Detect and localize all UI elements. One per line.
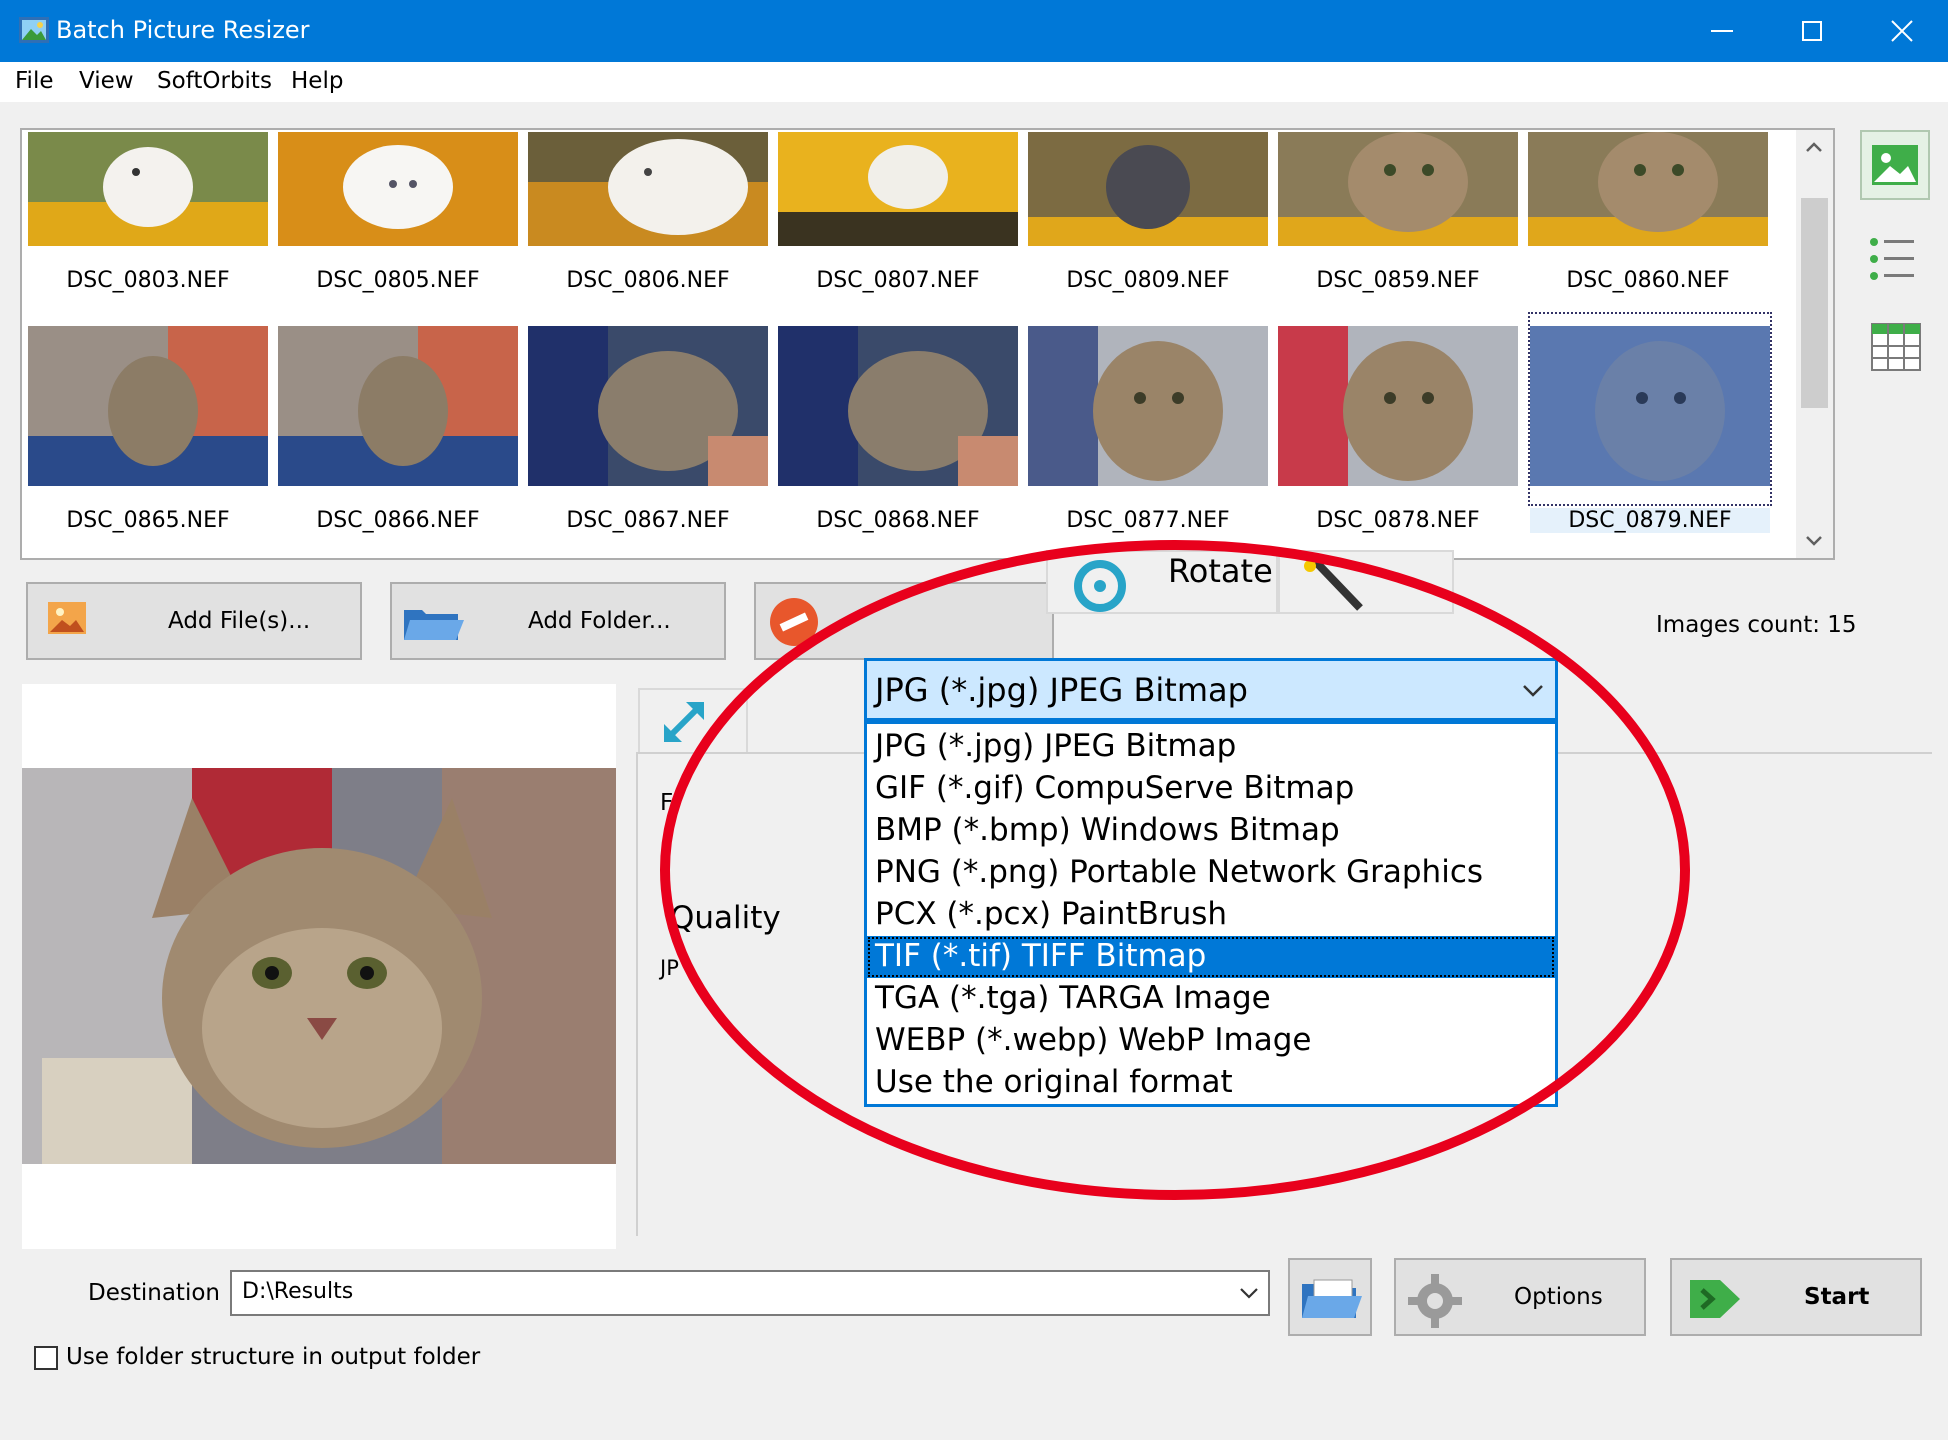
thumbnail-item[interactable]: DSC_0878.NEF xyxy=(1278,326,1518,533)
maximize-button[interactable] xyxy=(1766,0,1858,62)
window-title: Batch Picture Resizer xyxy=(56,16,310,44)
thumbnail-caption: DSC_0809.NEF xyxy=(1066,268,1230,293)
options-button[interactable]: Options xyxy=(1394,1258,1646,1336)
thumbnail-item[interactable]: DSC_0866.NEF xyxy=(278,326,518,533)
thumbnail-image xyxy=(1278,326,1518,486)
thumbnail-item[interactable]: DSC_0868.NEF xyxy=(778,326,1018,533)
menu-view[interactable]: View xyxy=(79,68,134,94)
thumbnail-item[interactable]: DSC_0860.NEF xyxy=(1528,132,1768,293)
thumbnail-image xyxy=(1028,326,1268,486)
use-folder-structure-checkbox[interactable] xyxy=(34,1346,58,1370)
thumbnail-caption: DSC_0806.NEF xyxy=(566,268,730,293)
gear-icon xyxy=(1408,1274,1462,1328)
close-icon xyxy=(1891,20,1913,42)
thumbnail-image xyxy=(528,132,768,246)
thumbnail-caption: DSC_0805.NEF xyxy=(316,268,480,293)
thumbnail-item[interactable]: DSC_0867.NEF xyxy=(528,326,768,533)
thumbnail-image xyxy=(28,132,268,246)
image-preview xyxy=(22,684,616,1249)
picture-view-icon xyxy=(1872,145,1918,185)
thumbnail-caption: DSC_0803.NEF xyxy=(66,268,230,293)
title-bar: Batch Picture Resizer xyxy=(0,0,1948,62)
thumbnail-caption: DSC_0866.NEF xyxy=(316,508,480,533)
close-button[interactable] xyxy=(1856,0,1948,62)
list-view-button[interactable] xyxy=(1862,226,1932,296)
thumbnail-item[interactable]: DSC_0877.NEF xyxy=(1028,326,1268,533)
scroll-down-icon[interactable] xyxy=(1804,534,1824,548)
thumbnail-item[interactable]: DSC_0805.NEF xyxy=(278,132,518,293)
add-files-button[interactable]: Add File(s)... xyxy=(26,582,362,660)
menu-bar: File View SoftOrbits Help xyxy=(0,62,1948,102)
thumbnail-item[interactable]: DSC_0809.NEF xyxy=(1028,132,1268,293)
thumbnail-image xyxy=(1528,132,1768,246)
menu-file[interactable]: File xyxy=(15,68,54,94)
start-button[interactable]: Start xyxy=(1670,1258,1922,1336)
menu-softorbits[interactable]: SoftOrbits xyxy=(157,68,272,94)
thumbnail-image xyxy=(778,132,1018,246)
minimize-button[interactable] xyxy=(1676,0,1768,62)
table-view-button[interactable] xyxy=(1862,312,1932,382)
scrollbar-thumb[interactable] xyxy=(1801,198,1828,408)
thumbnail-image xyxy=(28,326,268,486)
app-icon xyxy=(19,17,49,43)
thumbnail-item-selected[interactable]: DSC_0879.NEF xyxy=(1528,312,1772,533)
thumbnail-image xyxy=(528,326,768,486)
add-files-label: Add File(s)... xyxy=(168,608,311,634)
maximize-icon xyxy=(1802,21,1822,41)
minimize-icon xyxy=(1711,30,1733,32)
thumbnail-caption: DSC_0860.NEF xyxy=(1566,268,1730,293)
thumbnail-item[interactable]: DSC_0803.NEF xyxy=(28,132,268,293)
table-view-icon xyxy=(1871,323,1921,371)
thumbnail-caption: DSC_0865.NEF xyxy=(66,508,230,533)
thumbnail-image xyxy=(278,132,518,246)
thumbnail-image xyxy=(1278,132,1518,246)
thumbnail-image xyxy=(278,326,518,486)
thumbnail-image xyxy=(1530,326,1770,486)
start-label: Start xyxy=(1804,1284,1870,1310)
menu-help[interactable]: Help xyxy=(291,68,343,94)
thumbnail-image xyxy=(778,326,1018,486)
preview-image xyxy=(22,768,616,1164)
thumbnail-image xyxy=(1028,132,1268,246)
annotation-circle xyxy=(660,540,1690,1200)
open-folder-icon xyxy=(1302,1279,1362,1318)
list-view-icon xyxy=(1870,238,1914,280)
add-image-icon xyxy=(48,602,86,634)
destination-input[interactable]: D:\Results xyxy=(230,1270,1270,1316)
options-label: Options xyxy=(1514,1284,1603,1310)
browse-folder-button[interactable] xyxy=(1288,1258,1372,1336)
use-folder-structure-label: Use folder structure in output folder xyxy=(66,1344,481,1370)
thumbnail-view-button[interactable] xyxy=(1860,130,1930,200)
destination-label: Destination xyxy=(88,1280,220,1306)
thumbnail-item[interactable]: DSC_0806.NEF xyxy=(528,132,768,293)
thumbnail-caption: DSC_0807.NEF xyxy=(816,268,980,293)
thumbnail-item[interactable]: DSC_0865.NEF xyxy=(28,326,268,533)
thumbnail-caption: DSC_0859.NEF xyxy=(1316,268,1480,293)
thumbnail-item[interactable]: DSC_0807.NEF xyxy=(778,132,1018,293)
folder-icon xyxy=(404,610,464,640)
chevron-down-icon xyxy=(1240,1288,1258,1299)
scroll-up-icon[interactable] xyxy=(1804,140,1824,154)
start-arrow-icon xyxy=(1690,1280,1740,1318)
thumbnail-item[interactable]: DSC_0859.NEF xyxy=(1278,132,1518,293)
destination-value: D:\Results xyxy=(242,1279,354,1304)
thumbnail-scrollbar[interactable] xyxy=(1796,130,1833,558)
